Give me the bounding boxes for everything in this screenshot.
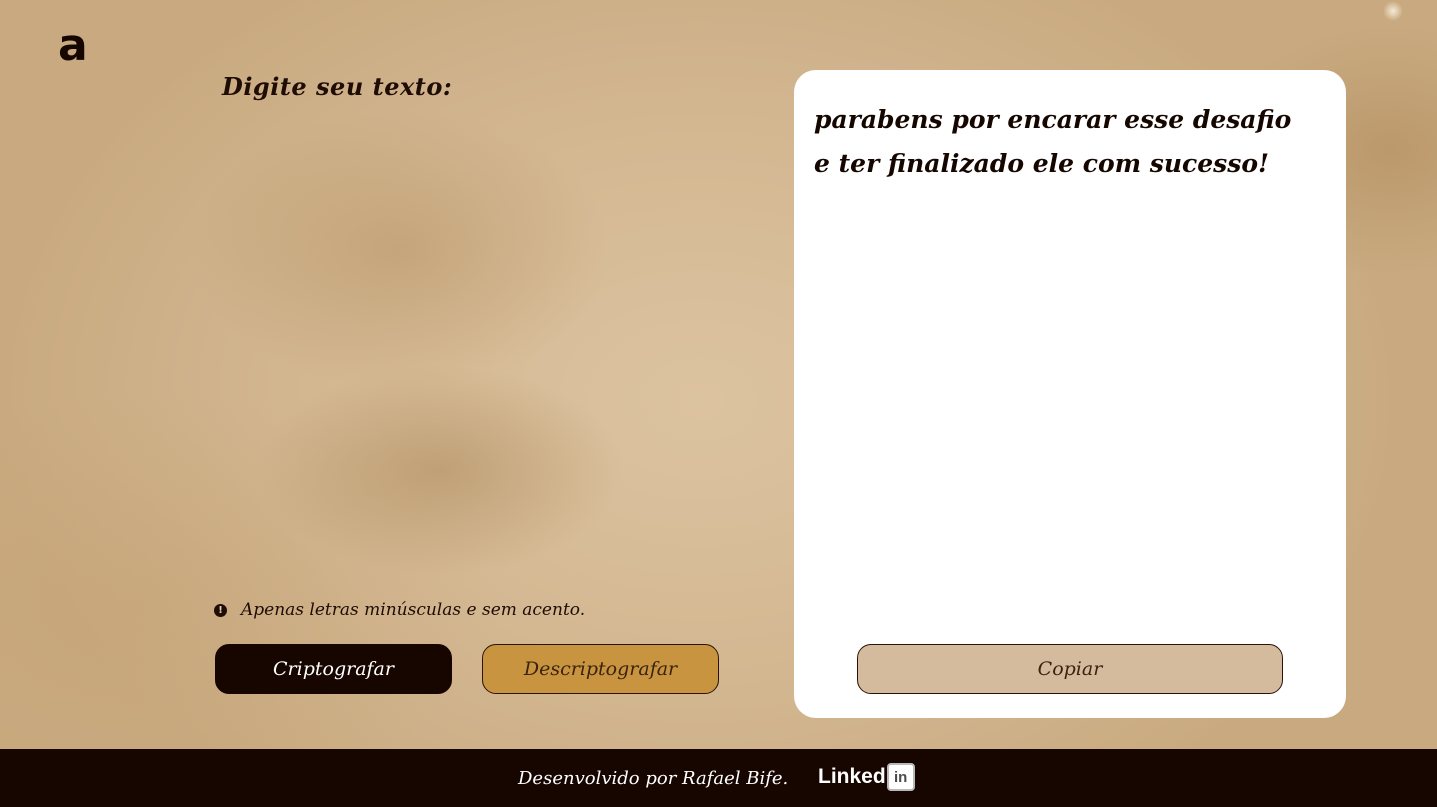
output-card: parabens por encarar esse desafio e ter … [794, 70, 1346, 718]
notice-text: Apenas letras minúsculas e sem acento. [241, 600, 586, 620]
paper-stain-decoration [1384, 0, 1402, 22]
encrypt-button[interactable]: Criptografar [215, 644, 452, 694]
text-input[interactable] [222, 110, 742, 580]
input-label: Digite seu texto: [222, 72, 453, 101]
footer: Desenvolvido por Rafael Bife. Linked in [0, 749, 1437, 807]
linkedin-link[interactable]: Linked in [818, 763, 915, 791]
linkedin-wordmark: Linked [818, 765, 886, 788]
decrypt-button[interactable]: Descriptografar [482, 644, 719, 694]
output-text: parabens por encarar esse desafio e ter … [814, 105, 1292, 178]
copy-button[interactable]: Copiar [857, 644, 1283, 694]
notice: ! Apenas letras minúsculas e sem acento. [214, 600, 585, 620]
exclamation-circle-icon: ! [214, 603, 227, 617]
footer-credit: Desenvolvido por Rafael Bife. [518, 768, 789, 789]
linkedin-icon: in [886, 763, 915, 791]
alura-logo[interactable]: a [58, 24, 88, 68]
